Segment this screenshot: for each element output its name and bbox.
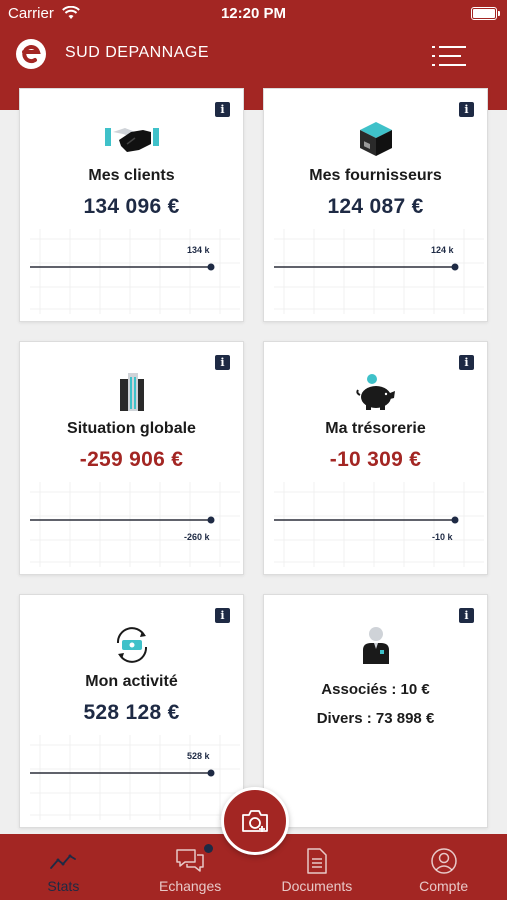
chart-point bbox=[207, 769, 215, 777]
chart-point bbox=[207, 516, 215, 524]
piggy-bank-icon bbox=[264, 372, 487, 412]
mini-chart: 134 k bbox=[30, 229, 240, 314]
clock: 12:20 PM bbox=[220, 5, 287, 22]
notification-badge bbox=[203, 844, 213, 853]
info-icon[interactable]: i bbox=[459, 102, 474, 117]
chart-icon bbox=[0, 846, 127, 876]
info-icon[interactable]: i bbox=[215, 355, 230, 370]
tab-label: Stats bbox=[47, 878, 80, 894]
card-tresorerie[interactable]: i Ma trésorerie -10 309 € -10 k bbox=[263, 341, 488, 575]
company-title: SUD DEPANNAGE bbox=[65, 44, 210, 61]
chart-value-label: -260 k bbox=[184, 532, 210, 542]
card-title: Ma trésorerie bbox=[325, 420, 426, 437]
card-amount: -259 906 € bbox=[79, 448, 184, 471]
tab-stats[interactable]: Stats bbox=[0, 834, 127, 900]
tab-label: Echanges bbox=[158, 878, 222, 894]
document-icon bbox=[254, 846, 381, 876]
card-amount: -10 309 € bbox=[329, 448, 422, 471]
person-icon bbox=[264, 625, 487, 665]
account-icon bbox=[380, 846, 507, 876]
associes-line: Associés : 10 € bbox=[321, 681, 430, 698]
building-icon bbox=[20, 372, 243, 412]
mini-chart: -260 k bbox=[30, 482, 240, 567]
card-title: Mon activité bbox=[85, 673, 178, 690]
card-fournisseurs[interactable]: i Mes fournisseurs 124 087 € 124 k bbox=[263, 88, 488, 322]
chart-value-label: -10 k bbox=[432, 532, 453, 542]
card-amount: 134 096 € bbox=[83, 195, 180, 218]
chart-point bbox=[451, 263, 459, 271]
handshake-icon bbox=[20, 119, 243, 159]
mini-chart: -10 k bbox=[274, 482, 484, 567]
chart-value-label: 124 k bbox=[431, 245, 454, 255]
info-icon[interactable]: i bbox=[215, 608, 230, 623]
info-icon[interactable]: i bbox=[215, 102, 230, 117]
tab-label: Compte bbox=[419, 878, 469, 894]
card-title: Situation globale bbox=[67, 420, 196, 437]
card-activite[interactable]: i Mon activité 528 128 € 528 k bbox=[19, 594, 244, 828]
chart-value-label: 528 k bbox=[187, 751, 210, 761]
chart-point bbox=[207, 263, 215, 271]
camera-icon bbox=[242, 810, 268, 832]
card-amount: 528 128 € bbox=[83, 701, 180, 724]
card-clients[interactable]: i Mes clients 134 096 € 134 k bbox=[19, 88, 244, 322]
card-title: Mes fournisseurs bbox=[309, 167, 442, 184]
menu-icon[interactable] bbox=[432, 42, 466, 70]
tab-compte[interactable]: Compte bbox=[380, 834, 507, 900]
info-icon[interactable]: i bbox=[459, 608, 474, 623]
package-icon bbox=[264, 119, 487, 159]
card-amount: 124 087 € bbox=[327, 195, 424, 218]
chat-icon bbox=[127, 846, 254, 876]
mini-chart: 124 k bbox=[274, 229, 484, 314]
chart-value-label: 134 k bbox=[187, 245, 210, 255]
chart-point bbox=[451, 516, 459, 524]
status-bar: Carrier 12:20 PM bbox=[0, 0, 507, 28]
card-title: Mes clients bbox=[88, 167, 175, 184]
add-document-camera-button[interactable] bbox=[221, 787, 289, 855]
mini-chart: 528 k bbox=[30, 735, 240, 820]
card-situation-globale[interactable]: i Situation globale -259 906 € -260 k bbox=[19, 341, 244, 575]
card-associes[interactable]: i Associés : 10 € Divers : 73 898 € bbox=[263, 594, 488, 828]
tab-label: Documents bbox=[281, 878, 353, 894]
battery-icon bbox=[471, 7, 500, 20]
info-icon[interactable]: i bbox=[459, 355, 474, 370]
app-logo bbox=[16, 39, 46, 69]
divers-line: Divers : 73 898 € bbox=[316, 710, 435, 727]
cash-cycle-icon bbox=[20, 625, 243, 665]
